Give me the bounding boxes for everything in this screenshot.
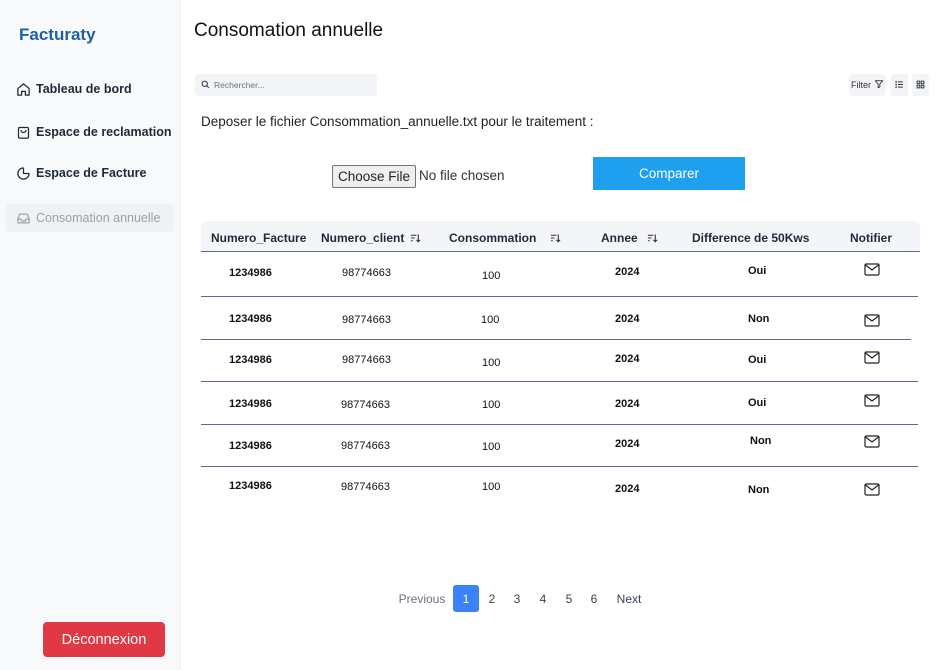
row-divider <box>201 466 918 467</box>
cell-annee: 2024 <box>615 313 640 325</box>
row-divider <box>201 381 918 382</box>
file-status: No file chosen <box>419 168 505 183</box>
cell-difference: Non <box>748 313 770 325</box>
column-header-consommation: Consommation <box>449 231 561 245</box>
cell-numero-facture: 1234986 <box>229 440 272 452</box>
mail-icon[interactable] <box>864 263 880 276</box>
mail-icon[interactable] <box>864 483 880 496</box>
pagination-page[interactable]: 2 <box>484 585 500 612</box>
pagination-page[interactable]: 4 <box>535 585 551 612</box>
pagination-previous[interactable]: Previous <box>396 585 448 612</box>
mail-icon[interactable] <box>864 394 880 407</box>
sidebar-item-consomation-annuelle[interactable]: Consomation annuelle <box>6 204 174 232</box>
cell-annee: 2024 <box>615 266 640 278</box>
mail-icon[interactable] <box>864 314 880 327</box>
cell-numero-client: 98774663 <box>341 440 390 452</box>
compare-button[interactable]: Comparer <box>593 157 745 190</box>
cell-numero-client: 98774663 <box>342 314 391 326</box>
column-header-difference: Difference de 50Kws <box>692 231 810 245</box>
pagination-next[interactable]: Next <box>613 585 645 612</box>
filter-button[interactable]: Filter <box>849 74 886 96</box>
cell-consommation: 100 <box>482 441 501 453</box>
column-header-numero-facture: Numero_Facture <box>211 231 307 245</box>
sidebar-item-label: Espace de reclamation <box>36 125 172 139</box>
cell-numero-facture: 1234986 <box>229 313 272 325</box>
list-view-button[interactable] <box>891 74 908 96</box>
cell-annee: 2024 <box>615 438 640 450</box>
cell-consommation: 100 <box>482 399 501 411</box>
search-box[interactable] <box>195 74 377 96</box>
pagination-page[interactable]: 3 <box>509 585 525 612</box>
search-input[interactable] <box>214 80 364 90</box>
sidebar: Facturaty Tableau de bord Espace de recl… <box>0 0 181 670</box>
search-icon <box>201 76 210 94</box>
sidebar-item-label: Consomation annuelle <box>36 211 161 225</box>
cell-numero-facture: 1234986 <box>229 267 272 279</box>
row-divider <box>201 296 918 297</box>
cell-difference: Oui <box>748 265 767 277</box>
sidebar-item-espace-de-facture[interactable]: Espace de Facture <box>6 159 174 187</box>
cell-consommation: 100 <box>482 270 501 282</box>
cell-numero-client: 98774663 <box>342 267 391 279</box>
cell-annee: 2024 <box>615 483 640 495</box>
cell-numero-client: 98774663 <box>341 481 390 493</box>
column-header-notifier: Notifier <box>850 231 892 245</box>
page-title: Consomation annuelle <box>194 20 384 41</box>
list-icon <box>895 76 904 94</box>
mail-icon[interactable] <box>864 351 880 364</box>
filter-label: Filter <box>851 80 871 90</box>
cell-annee: 2024 <box>615 398 640 410</box>
pagination-page[interactable]: 1 <box>453 585 479 612</box>
mail-icon[interactable] <box>864 435 880 448</box>
home-icon <box>15 81 31 97</box>
brand-logo: Facturaty <box>19 25 96 44</box>
cell-consommation: 100 <box>482 357 501 369</box>
table-header: Numero_Facture Numero_client Consommatio… <box>201 221 920 252</box>
sort-icon[interactable] <box>550 233 561 243</box>
pagination-page[interactable]: 6 <box>586 585 602 612</box>
cell-difference: Oui <box>748 397 767 409</box>
column-header-numero-client: Numero_client <box>321 231 421 245</box>
logout-button[interactable]: Déconnexion <box>43 622 165 657</box>
cell-difference: Non <box>750 435 772 447</box>
cell-consommation: 100 <box>482 481 501 493</box>
row-divider <box>201 424 918 425</box>
sidebar-item-espace-de-reclamation[interactable]: Espace de reclamation <box>6 118 174 146</box>
shopping-bag-icon <box>15 124 31 140</box>
cell-numero-client: 98774663 <box>342 354 391 366</box>
sidebar-item-tableau-de-bord[interactable]: Tableau de bord <box>6 75 174 103</box>
sidebar-item-label: Tableau de bord <box>36 82 132 96</box>
cell-numero-client: 98774663 <box>341 399 390 411</box>
cell-consommation: 100 <box>481 314 500 326</box>
filter-icon <box>874 79 884 91</box>
cell-numero-facture: 1234986 <box>229 480 272 492</box>
grid-view-button[interactable] <box>912 74 929 96</box>
upload-instructions: Deposer le fichier Consommation_annuelle… <box>201 114 594 129</box>
cell-annee: 2024 <box>615 353 640 365</box>
sort-icon[interactable] <box>647 233 658 243</box>
row-divider <box>201 339 911 340</box>
cell-difference: Non <box>748 484 770 496</box>
cell-numero-facture: 1234986 <box>229 354 272 366</box>
cell-difference: Oui <box>748 354 767 366</box>
cell-numero-facture: 1234986 <box>229 398 272 410</box>
pagination-page[interactable]: 5 <box>561 585 577 612</box>
column-header-annee: Annee <box>601 231 658 245</box>
sort-icon[interactable] <box>410 233 421 243</box>
inbox-icon <box>15 210 31 226</box>
grid-icon <box>916 76 925 94</box>
choose-file-button[interactable]: Choose File <box>332 165 416 188</box>
sidebar-item-label: Espace de Facture <box>36 166 147 180</box>
pie-chart-icon <box>15 165 31 181</box>
